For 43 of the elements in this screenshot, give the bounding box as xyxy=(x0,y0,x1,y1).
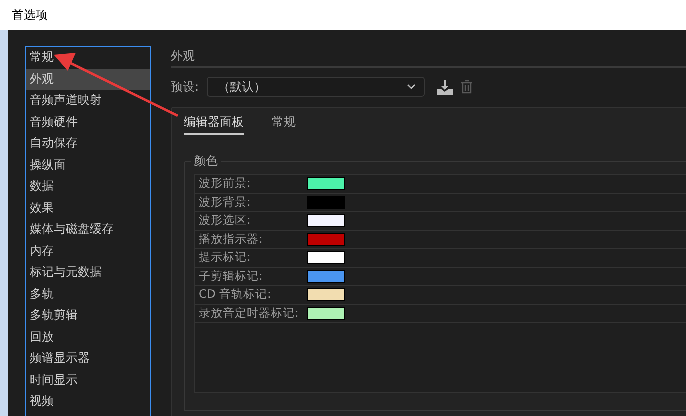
color-swatch[interactable] xyxy=(307,214,345,228)
preset-label: 预设: xyxy=(171,78,200,96)
color-label: 录放音定时器标记: xyxy=(199,306,300,321)
sidebar-item[interactable]: 音频声道映射 xyxy=(26,90,150,112)
group-title: 颜色 xyxy=(191,154,221,168)
tab[interactable]: 常规 xyxy=(272,114,296,135)
sidebar-item[interactable]: 效果 xyxy=(26,198,150,219)
tab[interactable]: 编辑器面板 xyxy=(184,114,244,135)
trash-icon[interactable] xyxy=(461,80,473,94)
color-swatch[interactable] xyxy=(307,232,345,246)
chevron-down-icon xyxy=(407,84,416,90)
sidebar-item[interactable]: 音频硬件 xyxy=(26,112,150,133)
sidebar-item[interactable]: 数据 xyxy=(26,176,150,198)
color-swatch[interactable] xyxy=(307,196,345,209)
section-title: 外观 xyxy=(171,48,196,65)
sidebar-item[interactable]: 时间显示 xyxy=(26,370,150,391)
sidebar-item[interactable]: 多轨 xyxy=(26,284,150,305)
color-label: 子剪辑标记: xyxy=(199,268,264,284)
sidebar-item[interactable]: 常规 xyxy=(26,47,150,68)
sidebar-item[interactable]: 多轨剪辑 xyxy=(26,305,150,326)
color-label: 播放指示器: xyxy=(199,232,264,247)
color-swatch[interactable] xyxy=(307,306,345,320)
color-label: 波形选区: xyxy=(199,213,252,228)
color-swatch[interactable] xyxy=(307,288,345,302)
preset-dropdown[interactable]: （默认） xyxy=(207,77,425,97)
sidebar-item[interactable]: 外观 xyxy=(26,68,150,90)
sidebar-item[interactable]: 标记与元数据 xyxy=(26,262,150,284)
sidebar-item[interactable]: 频谱显示器 xyxy=(26,348,150,370)
color-label: 提示标记: xyxy=(199,250,252,266)
color-swatch[interactable] xyxy=(307,251,345,264)
sidebar-item[interactable]: 操纵面 xyxy=(26,154,150,176)
window-title: 首选项 xyxy=(12,6,48,24)
sidebar-item[interactable]: 自动保存 xyxy=(26,133,150,154)
color-label: 波形前景: xyxy=(199,176,252,192)
color-swatch[interactable] xyxy=(307,270,345,283)
download-icon[interactable] xyxy=(437,80,453,94)
color-swatch[interactable] xyxy=(307,177,345,190)
sidebar-item[interactable]: 回放 xyxy=(26,326,150,348)
sidebar-item[interactable]: 内存 xyxy=(26,240,150,262)
sidebar-item[interactable]: 媒体与磁盘缓存 xyxy=(26,219,150,240)
color-label: 波形背景: xyxy=(199,194,252,210)
sidebar-item[interactable]: 视频 xyxy=(26,391,150,412)
color-label: CD 音轨标记: xyxy=(199,287,272,302)
